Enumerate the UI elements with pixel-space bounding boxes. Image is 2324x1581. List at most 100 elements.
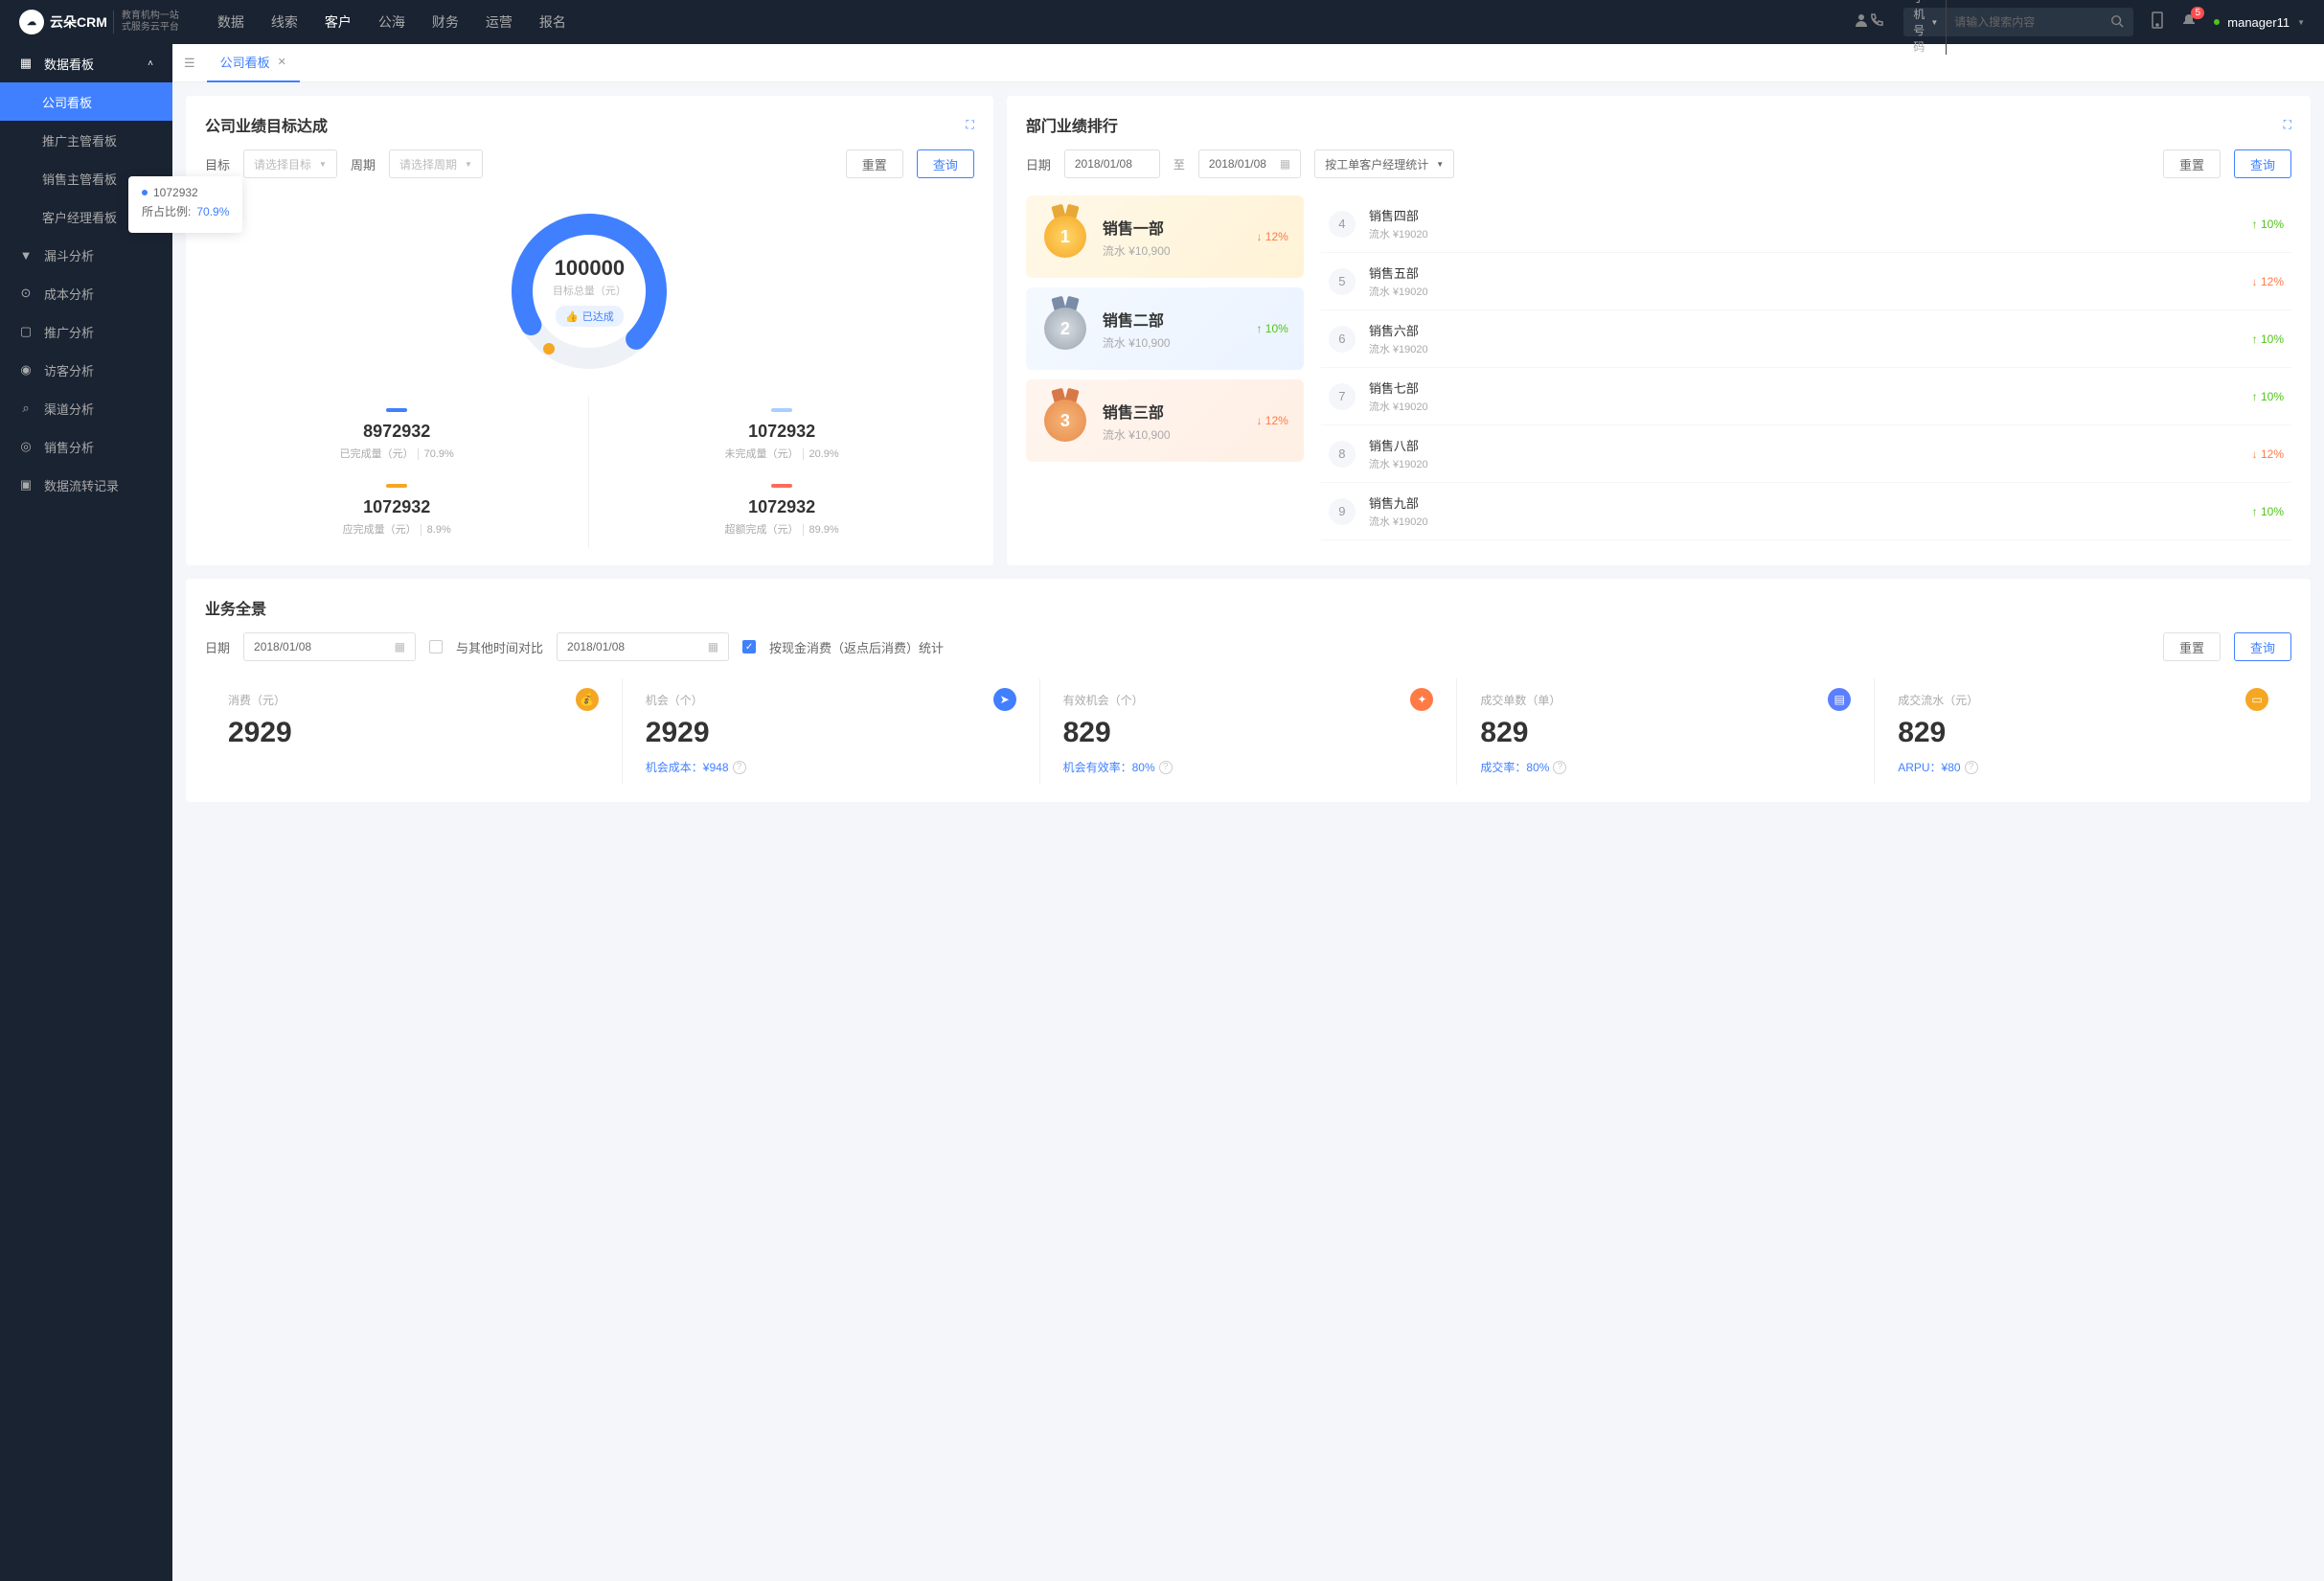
top-nav: 数据 线索 客户 公海 财务 运营 报名 — [217, 12, 1854, 32]
thumbs-up-icon: 👍 — [565, 310, 579, 323]
rank-row-8[interactable]: 8销售八部流水 ¥19020↓ 12% — [1321, 425, 2291, 483]
notification-icon[interactable]: 5 — [2181, 12, 2197, 33]
nav-item-1[interactable]: 线索 — [271, 12, 298, 32]
side-icon: ▢ — [19, 324, 33, 339]
user-icon[interactable] — [1854, 12, 1869, 33]
sidebar-item-2[interactable]: ▢推广分析 — [0, 312, 172, 351]
kpi-icon: 💰 — [576, 688, 599, 711]
date-from-input[interactable]: 2018/01/08 — [1064, 149, 1160, 178]
nav-item-0[interactable]: 数据 — [217, 12, 244, 32]
podium-item-2[interactable]: 2销售二部流水 ¥10,900↑ 10% — [1026, 287, 1304, 370]
kpi-icon: ▭ — [2245, 688, 2268, 711]
date-label: 日期 — [205, 638, 230, 656]
card-target-achievement: 公司业绩目标达成 ⛶ 目标 请选择目标▼ 周期 请选择周期▼ 重置 查询 — [186, 96, 993, 565]
podium-item-3[interactable]: 3销售三部流水 ¥10,900↓ 12% — [1026, 379, 1304, 462]
compare-date-input[interactable]: 2018/01/08▦ — [557, 632, 729, 661]
reset-button[interactable]: 重置 — [2163, 632, 2221, 661]
chevron-up-icon: ˄ — [148, 58, 153, 69]
cash-label: 按现金消费（返点后消费）统计 — [769, 638, 944, 656]
expand-icon[interactable]: ⛶ — [966, 118, 973, 132]
rank-row-9[interactable]: 9销售九部流水 ¥19020↑ 10% — [1321, 483, 2291, 540]
kpi-0: 消费（元）💰2929 — [205, 678, 623, 785]
nav-item-4[interactable]: 财务 — [432, 12, 459, 32]
kpi-4: 成交流水（元）▭829ARPU：¥80 ? — [1875, 678, 2291, 785]
search-box[interactable]: 手机号码▼ — [1903, 8, 2133, 36]
compare-checkbox[interactable] — [429, 640, 443, 653]
podium-item-1[interactable]: 1销售一部流水 ¥10,900↓ 12% — [1026, 195, 1304, 278]
phone-icon[interactable] — [1869, 12, 1884, 33]
card-title: 部门业绩排行 — [1026, 113, 1118, 136]
sidebar-item-1[interactable]: ⊙成本分析 — [0, 274, 172, 312]
gauge-stat-1: 1072932未完成量（元）20.9% — [589, 397, 973, 472]
help-icon[interactable]: ? — [1159, 761, 1173, 774]
query-button[interactable]: 查询 — [2234, 149, 2291, 178]
tab-company-board[interactable]: 公司看板 ✕ — [207, 44, 300, 82]
period-select[interactable]: 请选择周期▼ — [389, 149, 483, 178]
gauge-stat-2: 1072932应完成量（元）8.9% — [205, 472, 589, 548]
close-icon[interactable]: ✕ — [278, 56, 286, 68]
nav-item-6[interactable]: 报名 — [539, 12, 566, 32]
user-menu[interactable]: manager11 ▼ — [2214, 15, 2305, 30]
kpi-icon: ➤ — [993, 688, 1016, 711]
sidebar-sub-1[interactable]: 推广主管看板 — [0, 121, 172, 159]
sidebar-sub-0[interactable]: 公司看板 — [0, 82, 172, 121]
brand-subtitle: 教育机构一站式服务云平台 — [113, 11, 179, 34]
gauge-total: 100000 — [555, 256, 625, 281]
sidebar-item-0[interactable]: ▼漏斗分析 — [0, 236, 172, 274]
sidebar-item-5[interactable]: ◎销售分析 — [0, 427, 172, 466]
date-to-input[interactable]: 2018/01/08▦ — [1198, 149, 1301, 178]
help-icon[interactable]: ? — [733, 761, 746, 774]
notification-badge: 5 — [2191, 7, 2204, 19]
grouping-select[interactable]: 按工单客户经理统计▼ — [1314, 149, 1454, 178]
nav-item-5[interactable]: 运营 — [486, 12, 513, 32]
card-title: 公司业绩目标达成 — [205, 113, 328, 136]
expand-icon[interactable]: ⛶ — [2284, 118, 2291, 132]
search-input[interactable] — [1947, 15, 2110, 29]
logo[interactable]: ☁ 云朵CRM 教育机构一站式服务云平台 — [19, 10, 179, 34]
help-icon[interactable]: ? — [1965, 761, 1978, 774]
target-select[interactable]: 请选择目标▼ — [243, 149, 337, 178]
date-label: 日期 — [1026, 155, 1051, 173]
card-title: 业务全景 — [205, 596, 2291, 619]
device-icon[interactable] — [2151, 11, 2164, 34]
sidebar-item-3[interactable]: ◉访客分析 — [0, 351, 172, 389]
side-icon: ⌕ — [19, 401, 33, 416]
sidebar-item-6[interactable]: ▣数据流转记录 — [0, 466, 172, 504]
nav-item-2[interactable]: 客户 — [325, 12, 352, 32]
help-icon[interactable]: ? — [1553, 761, 1566, 774]
card-business-overview: 业务全景 日期 2018/01/08▦ 与其他时间对比 2018/01/08▦ … — [186, 579, 2311, 802]
tab-menu-icon[interactable]: ☰ — [184, 56, 195, 71]
status-dot — [2214, 19, 2220, 25]
search-icon[interactable] — [2110, 14, 2124, 31]
rank-row-5[interactable]: 5销售五部流水 ¥19020↓ 12% — [1321, 253, 2291, 310]
side-icon: ◉ — [19, 362, 33, 378]
rank-row-4[interactable]: 4销售四部流水 ¥19020↑ 10% — [1321, 195, 2291, 253]
date-input[interactable]: 2018/01/08▦ — [243, 632, 416, 661]
gauge-chart: 100000 目标总量（元） 👍 已达成 — [503, 205, 675, 378]
side-icon: ⊙ — [19, 286, 33, 301]
search-type-select[interactable]: 手机号码▼ — [1913, 0, 1947, 55]
cash-checkbox[interactable]: ✓ — [742, 640, 756, 653]
target-label: 目标 — [205, 155, 230, 173]
rank-row-7[interactable]: 7销售七部流水 ¥19020↑ 10% — [1321, 368, 2291, 425]
brand-name: 云朵CRM — [50, 12, 107, 32]
reset-button[interactable]: 重置 — [846, 149, 903, 178]
side-icon: ▼ — [19, 248, 33, 263]
rank-row-6[interactable]: 6销售六部流水 ¥19020↑ 10% — [1321, 310, 2291, 368]
query-button[interactable]: 查询 — [2234, 632, 2291, 661]
compare-label: 与其他时间对比 — [456, 638, 543, 656]
kpi-1: 机会（个）➤2929机会成本：¥948 ? — [623, 678, 1040, 785]
kpi-icon: ▤ — [1828, 688, 1851, 711]
reset-button[interactable]: 重置 — [2163, 149, 2221, 178]
calendar-icon: ▦ — [1280, 157, 1290, 171]
gauge-stat-0: 8972932已完成量（元）70.9% — [205, 397, 589, 472]
nav-item-3[interactable]: 公海 — [378, 12, 405, 32]
query-button[interactable]: 查询 — [917, 149, 974, 178]
sidebar: ▦ 数据看板 ˄ 公司看板推广主管看板销售主管看板客户经理看板 ▼漏斗分析⊙成本… — [0, 44, 172, 1581]
sidebar-item-4[interactable]: ⌕渠道分析 — [0, 389, 172, 427]
logo-icon: ☁ — [19, 10, 44, 34]
side-icon: ◎ — [19, 439, 33, 454]
kpi-2: 有效机会（个）✦829机会有效率：80% ? — [1040, 678, 1458, 785]
period-label: 周期 — [351, 155, 376, 173]
sidebar-group-databoard[interactable]: ▦ 数据看板 ˄ — [0, 44, 172, 82]
